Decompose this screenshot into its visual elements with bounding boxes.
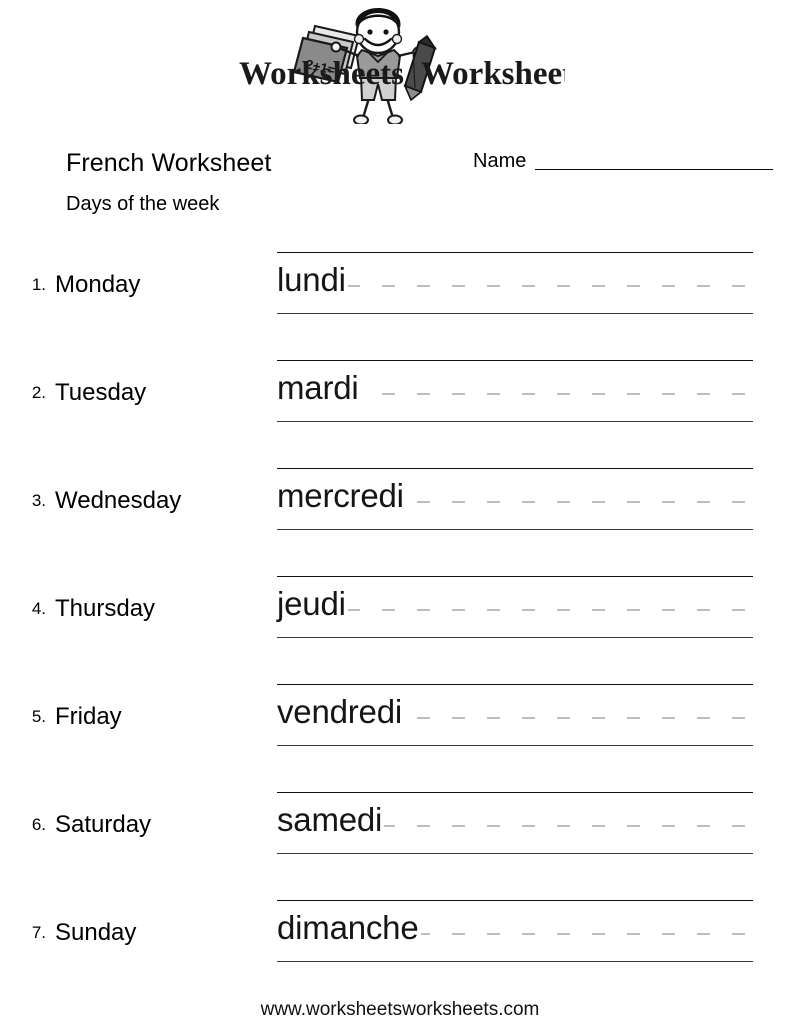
writing-guide[interactable]: samedi bbox=[277, 786, 753, 856]
logo-word-left: Worksheets bbox=[239, 56, 404, 92]
day-row-4: 4. Thursday jeudi bbox=[0, 570, 800, 678]
english-day-label: Thursday bbox=[55, 595, 156, 622]
day-row-6: 6. Saturday samedi bbox=[0, 786, 800, 894]
name-input-line[interactable] bbox=[535, 169, 774, 170]
french-day-word: samedi bbox=[277, 800, 385, 840]
english-day-label: Sunday bbox=[55, 919, 137, 946]
page-title: French Worksheet bbox=[66, 149, 272, 177]
guide-top-line bbox=[277, 576, 753, 577]
guide-dashed-midline bbox=[277, 609, 753, 611]
row-number: 5. bbox=[31, 707, 46, 726]
guide-top-line bbox=[277, 684, 753, 685]
guide-top-line bbox=[277, 900, 753, 901]
day-row-3: 3. Wednesday mercredi bbox=[0, 462, 800, 570]
french-day-word: mercredi bbox=[277, 476, 406, 516]
site-logo: 2+1= Worksheets Workshee bbox=[0, 6, 800, 124]
guide-bottom-line bbox=[277, 529, 753, 530]
french-day-word: jeudi bbox=[277, 584, 348, 624]
french-day-word: lundi bbox=[277, 260, 348, 300]
day-rows-list: 1. Monday lundi 2. Tuesday mardi 3. Wedn… bbox=[0, 246, 800, 1002]
guide-dashed-midline bbox=[277, 285, 753, 287]
writing-guide[interactable]: jeudi bbox=[277, 570, 753, 640]
guide-top-line bbox=[277, 360, 753, 361]
french-day-word: mardi bbox=[277, 368, 361, 408]
guide-bottom-line bbox=[277, 637, 753, 638]
name-label: Name bbox=[473, 150, 527, 172]
writing-guide[interactable]: vendredi bbox=[277, 678, 753, 748]
logo-word-right: Worksheets bbox=[421, 56, 565, 92]
french-day-word: vendredi bbox=[277, 692, 404, 732]
name-field-group: Name bbox=[473, 150, 774, 172]
english-day-label: Tuesday bbox=[55, 379, 147, 406]
guide-bottom-line bbox=[277, 745, 753, 746]
day-row-7: 7. Sunday dimanche bbox=[0, 894, 800, 1002]
day-row-1: 1. Monday lundi bbox=[0, 246, 800, 354]
day-row-2: 2. Tuesday mardi bbox=[0, 354, 800, 462]
english-day-label: Friday bbox=[55, 703, 122, 730]
guide-bottom-line bbox=[277, 313, 753, 314]
page-subtitle: Days of the week bbox=[66, 193, 220, 215]
french-day-word: dimanche bbox=[277, 908, 421, 948]
writing-guide[interactable]: dimanche bbox=[277, 894, 753, 964]
day-row-5: 5. Friday vendredi bbox=[0, 678, 800, 786]
english-day-label: Monday bbox=[55, 271, 141, 298]
row-number: 3. bbox=[31, 491, 46, 510]
worksheet-header: French Worksheet Days of the week Name bbox=[0, 148, 800, 236]
guide-top-line bbox=[277, 792, 753, 793]
title-block: French Worksheet Days of the week bbox=[66, 148, 271, 218]
guide-bottom-line bbox=[277, 421, 753, 422]
writing-guide[interactable]: mardi bbox=[277, 354, 753, 424]
row-number: 7. bbox=[31, 923, 46, 942]
row-number: 2. bbox=[31, 383, 46, 402]
english-day-label: Wednesday bbox=[55, 487, 182, 514]
row-number: 4. bbox=[31, 599, 46, 618]
row-number: 6. bbox=[31, 815, 46, 834]
guide-top-line bbox=[277, 252, 753, 253]
english-day-label: Saturday bbox=[55, 811, 152, 838]
guide-bottom-line bbox=[277, 961, 753, 962]
row-number: 1. bbox=[31, 275, 46, 294]
writing-guide[interactable]: lundi bbox=[277, 246, 753, 316]
guide-bottom-line bbox=[277, 853, 753, 854]
footer-url: www.worksheetsworksheets.com bbox=[260, 999, 540, 1020]
guide-top-line bbox=[277, 468, 753, 469]
logo-artwork: 2+1= Worksheets Workshee bbox=[239, 8, 565, 124]
writing-guide[interactable]: mercredi bbox=[277, 462, 753, 532]
